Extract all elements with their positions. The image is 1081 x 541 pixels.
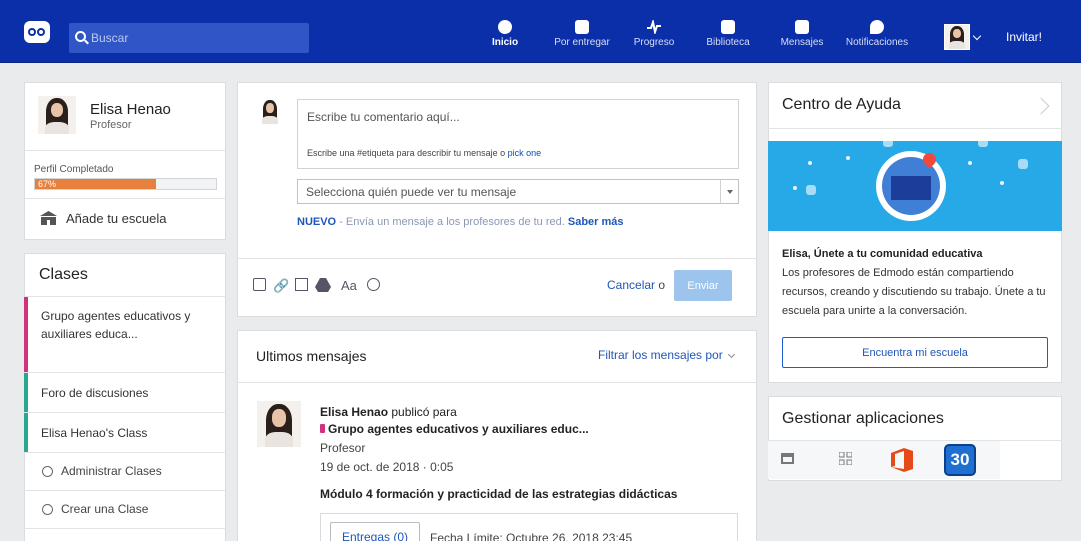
nav-biblioteca[interactable]: Biblioteca xyxy=(705,20,751,60)
find-my-school-button[interactable]: Encuentra mi escuela xyxy=(782,337,1048,368)
profile-completion-bar: 67% xyxy=(34,178,217,190)
class-label[interactable]: Grupo agentes educativos y auxiliares ed… xyxy=(41,307,191,343)
post-group-link[interactable]: Grupo agentes educativos y auxiliares ed… xyxy=(320,422,589,436)
create-class-label[interactable]: Crear una Clase xyxy=(61,502,148,516)
filter-messages-dropdown[interactable]: Filtrar los mensajes por xyxy=(598,348,735,362)
gear-icon xyxy=(42,466,53,477)
grid-icon[interactable] xyxy=(839,452,852,465)
add-school-label[interactable]: Añade tu escuela xyxy=(66,211,166,226)
calendar-day: 30 xyxy=(950,450,970,469)
text-format-icon[interactable]: Aa xyxy=(341,278,357,293)
google-drive-icon[interactable] xyxy=(315,278,331,292)
class-color-stripe xyxy=(24,297,28,372)
audience-select-value: Selecciona quién puede ver tu mensaje xyxy=(306,185,517,199)
apps-title: Gestionar aplicaciones xyxy=(782,410,944,427)
entregas-button[interactable]: Entregas (0) xyxy=(330,522,420,541)
plus-circle-icon xyxy=(42,504,53,515)
assignment-deadline: Fecha Límite: Octubre 26, 2018 23:45 xyxy=(430,531,633,541)
edmodo-logo[interactable] xyxy=(24,21,50,43)
home-icon xyxy=(498,20,512,34)
class-label[interactable]: Elisa Henao's Class xyxy=(41,424,147,442)
post-published-for: publicó para xyxy=(391,405,457,419)
post-group-name[interactable]: Grupo agentes educativos y auxiliares ed… xyxy=(328,422,589,436)
library-icon xyxy=(721,20,735,34)
caret-down-icon xyxy=(720,180,738,203)
post-author-line: Elisa Henao publicó para xyxy=(320,405,457,419)
chat-icon xyxy=(795,20,809,34)
messages-title: Ultimos mensajes xyxy=(256,348,367,364)
calendar-check-icon xyxy=(575,20,589,34)
search-icon xyxy=(75,31,86,42)
hashtag-hint-text: Escribe una #etiqueta para describir tu … xyxy=(307,148,506,158)
audience-select[interactable]: Selecciona quién puede ver tu mensaje xyxy=(297,179,739,204)
saber-mas-link[interactable]: Saber más xyxy=(568,216,624,228)
school-community-illustration xyxy=(768,141,1062,231)
divider xyxy=(24,150,226,151)
class-item[interactable]: Elisa Henao's Class xyxy=(24,413,226,453)
post-title: Módulo 4 formación y practicidad de las … xyxy=(320,487,678,501)
filter-label[interactable]: Filtrar los mensajes por xyxy=(598,348,723,362)
classes-title: Clases xyxy=(39,266,88,283)
post-author-name[interactable]: Elisa Henao xyxy=(320,405,388,419)
divider xyxy=(768,128,1062,129)
pick-one-link[interactable]: pick one xyxy=(508,148,542,158)
composer-avatar xyxy=(258,98,282,124)
cancel-row: Cancelar o xyxy=(607,278,665,292)
profile-completion-label: Perfil Completado xyxy=(34,164,114,175)
class-label[interactable]: Foro de discusiones xyxy=(41,384,148,402)
profile-name[interactable]: Elisa Henao xyxy=(90,101,171,118)
class-item[interactable]: Grupo agentes educativos y auxiliares ed… xyxy=(24,297,226,373)
top-navigation-bar: Inicio Por entregar Progreso Biblioteca … xyxy=(0,0,1081,63)
help-headline: Elisa, Únete a tu comunidad educativa xyxy=(782,248,983,260)
new-feature-note: NUEVO - Envía un mensaje a los profesore… xyxy=(297,216,624,228)
post-timestamp[interactable]: 19 de oct. de 2018 · 0:05 xyxy=(320,460,453,474)
clock-icon[interactable] xyxy=(367,278,380,291)
chevron-down-icon[interactable] xyxy=(972,31,982,41)
invite-link[interactable]: Invitar! xyxy=(1006,30,1042,44)
link-icon[interactable]: 🔗 xyxy=(273,278,289,294)
user-avatar-menu[interactable] xyxy=(944,24,970,50)
group-color-dot xyxy=(320,424,325,433)
pulse-icon xyxy=(647,18,661,36)
note-icon[interactable] xyxy=(253,278,266,291)
cancel-link[interactable]: Cancelar xyxy=(607,278,655,292)
class-item[interactable]: Foro de discusiones xyxy=(24,373,226,413)
help-body: Los profesores de Edmodo están compartie… xyxy=(782,267,1046,317)
manage-classes-row[interactable]: Administrar Clases xyxy=(24,453,226,491)
notification-icon xyxy=(870,20,884,34)
library-icon[interactable] xyxy=(295,278,308,291)
hashtag-hint: Escribe una #etiqueta para describir tu … xyxy=(307,148,541,158)
office-icon[interactable] xyxy=(891,448,913,472)
post-author-avatar[interactable] xyxy=(257,401,301,447)
nav-progreso[interactable]: Progreso xyxy=(632,18,676,60)
nav-mensajes[interactable]: Mensajes xyxy=(779,20,825,60)
divider xyxy=(237,382,757,383)
send-button[interactable]: Enviar xyxy=(674,270,732,301)
create-class-row[interactable]: Crear una Clase xyxy=(24,491,226,529)
comment-placeholder: Escribe tu comentario aquí... xyxy=(307,110,460,124)
divider xyxy=(237,258,757,259)
chevron-down-icon xyxy=(727,350,735,359)
profile-role: Profesor xyxy=(90,119,132,131)
profile-completion-value: 67% xyxy=(38,179,57,189)
school-icon xyxy=(40,211,57,225)
divider xyxy=(24,198,226,199)
calendar-icon[interactable]: 30 xyxy=(944,444,976,476)
or-text: o xyxy=(658,278,666,292)
nav-inicio[interactable]: Inicio xyxy=(490,20,520,60)
store-icon[interactable] xyxy=(781,453,794,464)
nav-por-entregar[interactable]: Por entregar xyxy=(553,20,611,60)
search-input[interactable] xyxy=(91,23,305,53)
post-author-role: Profesor xyxy=(320,441,366,455)
manage-classes-label[interactable]: Administrar Clases xyxy=(61,464,162,478)
nuevo-text: - Envía un mensaje a los profesores de t… xyxy=(339,216,565,228)
nuevo-label: NUEVO xyxy=(297,216,337,228)
class-color-stripe xyxy=(24,373,28,412)
search-box[interactable] xyxy=(69,23,309,53)
class-color-stripe xyxy=(24,413,28,452)
nav-notificaciones[interactable]: Notificaciones xyxy=(844,20,910,60)
profile-avatar[interactable] xyxy=(38,96,76,134)
help-center-title[interactable]: Centro de Ayuda xyxy=(782,96,901,114)
